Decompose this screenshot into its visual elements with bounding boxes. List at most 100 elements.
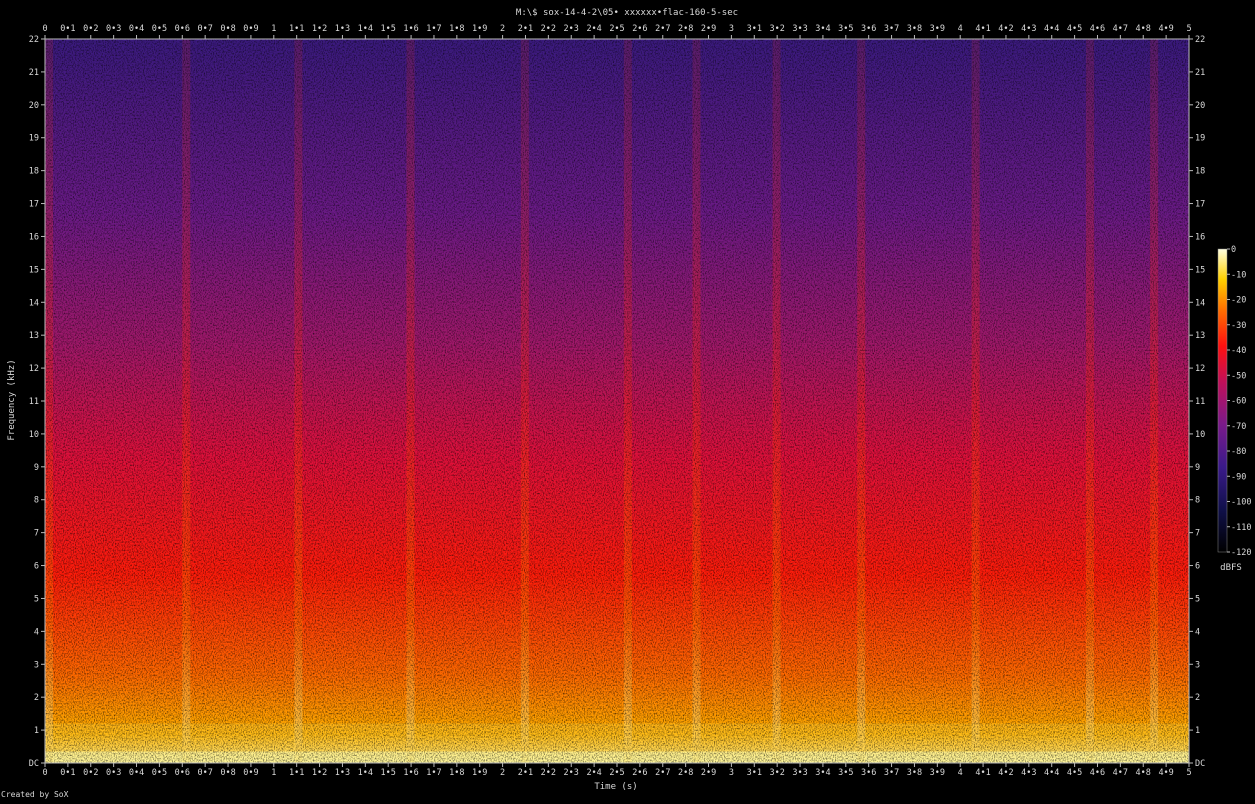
y-tick-label-left: 4 [34,627,39,637]
y-tick-label-right: 4 [1195,627,1200,637]
x-tick-label-bottom: 3•1 [747,768,762,778]
x-tick-label-top: 1•4 [358,24,373,34]
y-tick-label-left: 18 [29,167,39,177]
x-tick-label-top: 3•7 [884,24,899,34]
x-tick-label-top: 5 [1186,24,1191,34]
y-tick-label-right: 3 [1195,660,1200,670]
x-tick-label-bottom: 3•2 [769,768,784,778]
x-tick-label-bottom: 0•5 [152,768,167,778]
colorbar-tick-label: -30 [1231,321,1246,331]
colorbar-tick-label: -40 [1231,346,1246,356]
x-tick-label-top: 0•2 [83,24,98,34]
x-tick-label-top: 4•7 [1113,24,1128,34]
x-tick-label-top: 4•3 [1021,24,1036,34]
x-tick-label-bottom: 2•6 [632,768,647,778]
x-tick-label-bottom: 1•8 [449,768,464,778]
y-tick-label-left: DC [29,759,39,769]
x-tick-label-top: 4•9 [1158,24,1173,34]
x-tick-label-top: 3 [729,24,734,34]
colorbar-tick-label: -90 [1231,472,1246,482]
x-tick-label-bottom: 4•9 [1158,768,1173,778]
x-tick-label-top: 3•6 [861,24,876,34]
y-tick-label-right: 17 [1195,200,1205,210]
y-tick-label-left: 16 [29,232,39,242]
y-axis-label: Frequency (kHz) [7,359,17,440]
colorbar-tick-label: -70 [1231,422,1246,432]
x-tick-label-top: 3•9 [930,24,945,34]
y-tick-label-left: 5 [34,594,39,604]
y-tick-label-right: 21 [1195,68,1205,78]
y-tick-label-right: 5 [1195,594,1200,604]
x-axis-label: Time (s) [594,782,637,792]
x-tick-label-top: 3•5 [838,24,853,34]
y-tick-label-right: 13 [1195,331,1205,341]
x-tick-label-top: 2•2 [541,24,556,34]
x-tick-label-top: 1•3 [335,24,350,34]
y-tick-label-left: 14 [29,298,39,308]
colorbar-gradient [1217,248,1228,553]
x-tick-label-bottom: 5 [1186,768,1191,778]
y-tick-label-right: DC [1195,759,1205,769]
y-tick-label-right: 8 [1195,496,1200,506]
y-tick-label-left: 8 [34,496,39,506]
x-tick-label-bottom: 1•1 [289,768,304,778]
x-tick-label-top: 2•1 [518,24,533,34]
y-tick-label-left: 19 [29,134,39,144]
x-tick-label-top: 2•9 [701,24,716,34]
x-tick-label-bottom: 2 [500,768,505,778]
x-tick-label-top: 1•2 [312,24,327,34]
x-tick-label-bottom: 4•5 [1067,768,1082,778]
x-tick-label-top: 3•8 [907,24,922,34]
y-tick-label-right: 1 [1195,726,1200,736]
x-tick-label-top: 1•8 [449,24,464,34]
x-tick-label-bottom: 2•7 [655,768,670,778]
colorbar-tick-label: -50 [1231,371,1246,381]
spectrogram-figure: M:\$ sox-14-4-2\05• xxxxxx•flac-160-5-se… [0,0,1255,800]
x-tick-label-bottom: 2•5 [609,768,624,778]
x-tick-label-bottom: 4•2 [998,768,1013,778]
y-tick-label-left: 9 [34,463,39,473]
x-tick-label-bottom: 0•9 [243,768,258,778]
x-tick-label-top: 1•5 [381,24,396,34]
x-tick-label-top: 0•5 [152,24,167,34]
y-tick-label-right: 2 [1195,693,1200,703]
y-tick-label-right: 15 [1195,265,1205,275]
x-tick-label-bottom: 1•7 [426,768,441,778]
colorbar-tick-label: -60 [1231,397,1246,407]
y-tick-label-left: 1 [34,726,39,736]
colorbar-tick-label: -10 [1231,270,1246,280]
x-tick-label-top: 0•8 [220,24,235,34]
x-tick-label-top: 3•1 [747,24,762,34]
y-tick-label-right: 20 [1195,101,1205,111]
y-tick-label-right: 18 [1195,167,1205,177]
y-tick-label-left: 6 [34,562,39,572]
x-tick-label-top: 0•1 [60,24,75,34]
y-tick-label-right: 6 [1195,562,1200,572]
colorbar-tick-label: -20 [1231,296,1246,306]
x-tick-label-bottom: 1 [271,768,276,778]
spectrogram-chart: M:\$ sox-14-4-2\05• xxxxxx•flac-160-5-se… [1,8,1251,799]
colorbar-tick-label: 0 [1231,245,1236,255]
x-tick-label-top: 4•5 [1067,24,1082,34]
y-tick-label-right: 9 [1195,463,1200,473]
colorbar-tick-label: -110 [1231,523,1251,533]
x-tick-label-bottom: 4 [958,768,963,778]
x-tick-label-bottom: 2•9 [701,768,716,778]
x-tick-label-top: 2•4 [586,24,601,34]
x-tick-label-bottom: 3•5 [838,768,853,778]
y-tick-label-right: 12 [1195,364,1205,374]
x-tick-label-top: 0•4 [129,24,144,34]
x-tick-label-top: 1•1 [289,24,304,34]
x-tick-label-top: 3•2 [769,24,784,34]
footer-credit: Created by SoX [1,790,69,799]
x-tick-label-bottom: 4•8 [1136,768,1151,778]
y-tick-label-left: 11 [29,397,39,407]
x-tick-label-bottom: 0•1 [60,768,75,778]
colorbar-tick-label: -80 [1231,447,1246,457]
x-tick-label-bottom: 2•8 [678,768,693,778]
y-tick-label-right: 22 [1195,35,1205,45]
x-tick-label-top: 2 [500,24,505,34]
x-tick-label-top: 2•8 [678,24,693,34]
x-tick-label-bottom: 1•6 [403,768,418,778]
y-tick-label-left: 10 [29,430,39,440]
